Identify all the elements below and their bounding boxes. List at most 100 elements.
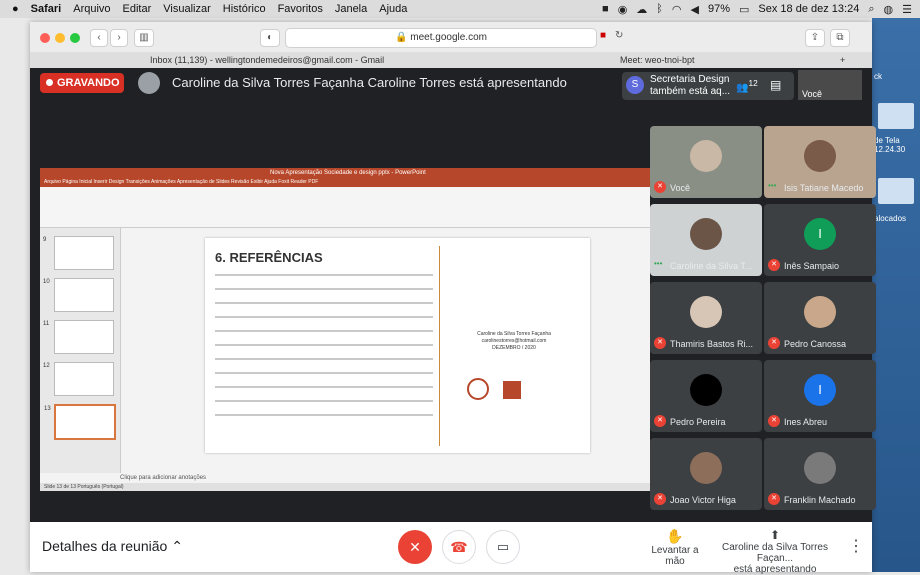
participant-tile[interactable]: ✕ Você [650, 126, 762, 198]
tab-meet[interactable]: Meet: weo-tnoi-bpt [620, 52, 695, 68]
volume-icon[interactable]: ◀ [691, 3, 699, 16]
tab-overview-button[interactable]: ⧉ [830, 29, 850, 47]
meeting-details-button[interactable]: Detalhes da reunião ⌃ [42, 538, 183, 555]
menu-ajuda[interactable]: Ajuda [379, 3, 407, 15]
menu-favoritos[interactable]: Favoritos [278, 3, 323, 15]
participant-tile[interactable]: ✕ Thamiris Bastos Ri... [650, 282, 762, 354]
slide-thumbnail[interactable]: 11 [43, 320, 114, 354]
join-notification[interactable]: S Secretaria Design também está aq... 👥1… [622, 72, 794, 100]
mic-off-icon: ✕ [654, 493, 666, 505]
menu-editar[interactable]: Editar [123, 3, 152, 15]
control-center-icon[interactable]: ☰ [902, 3, 912, 16]
minimize-window-button[interactable] [55, 33, 65, 43]
self-preview-top: Você [798, 70, 862, 100]
leave-call-button[interactable]: ☎ [442, 530, 476, 564]
slide-number: 9 [43, 237, 47, 243]
siri-icon[interactable]: ◍ [884, 3, 894, 16]
apple-icon[interactable]: ● [12, 3, 19, 15]
menu-safari[interactable]: Safari [31, 3, 62, 15]
participant-video [804, 140, 836, 172]
slide-thumbnail[interactable]: 10 [43, 278, 114, 312]
zoom-window-button[interactable] [70, 33, 80, 43]
ppt-menu-text: Arquivo Página Inicial Inserir Design Tr… [44, 179, 319, 185]
menu-historico[interactable]: Histórico [223, 3, 266, 15]
participant-tile[interactable]: ✕ Pedro Canossa [764, 282, 876, 354]
reference-line [215, 414, 433, 416]
notification-avatar: S [626, 76, 644, 94]
participant-name: Você [670, 183, 691, 193]
bluetooth-icon[interactable]: ᛒ [656, 3, 663, 15]
reference-line [215, 372, 433, 374]
desktop-label: de Tela [874, 136, 900, 145]
record-icon[interactable]: ◉ [618, 3, 628, 16]
university-logo-icon [503, 381, 521, 399]
camera-icon[interactable]: ■ [602, 3, 609, 15]
forward-button[interactable]: › [110, 29, 128, 47]
slide-thumbnail-selected[interactable]: 13 [44, 404, 116, 440]
hand-icon: ✋ [666, 528, 684, 544]
wifi-icon[interactable]: ◠ [672, 3, 682, 16]
participant-avatar [804, 296, 836, 328]
ppt-title-bar: Nova Apresentação Sociedade e design ppt… [40, 168, 650, 178]
raise-hand-button[interactable]: ✋ Levantar a mão [645, 528, 705, 567]
battery-icon[interactable]: ▭ [739, 3, 749, 16]
participants-count: 12 [748, 78, 758, 88]
self-preview-label: Você [802, 89, 823, 99]
participant-tile[interactable]: ✕ Joao Victor Higa [650, 438, 762, 510]
privacy-icon[interactable]: ◐ [260, 29, 280, 47]
participant-tile[interactable]: ✕ Pedro Pereira [650, 360, 762, 432]
camera-toggle-button[interactable]: ▭ [486, 530, 520, 564]
reload-icon[interactable]: ↻ [615, 30, 623, 41]
clock[interactable]: Sex 18 de dez 13:24 [758, 3, 859, 15]
sidebar-toggle-button[interactable]: ▥ [134, 29, 154, 47]
new-tab-button[interactable]: + [840, 52, 845, 68]
presenter-avatar [138, 72, 160, 94]
ppt-ribbon [40, 187, 650, 228]
menu-arquivo[interactable]: Arquivo [73, 3, 110, 15]
slide-thumbnail[interactable]: 12 [43, 362, 114, 396]
menu-visualizar[interactable]: Visualizar [163, 3, 211, 15]
ppt-status-text: Slide 13 de 13 Português (Portugal) [44, 484, 124, 490]
mic-off-icon: ✕ [654, 181, 666, 193]
participant-avatar [690, 296, 722, 328]
notes-pane[interactable]: Clique para adicionar anotações [120, 473, 650, 483]
cloud-icon[interactable]: ☁ [636, 3, 647, 16]
presenting-status: está apresentando [733, 564, 817, 575]
search-icon[interactable]: ⌕ [868, 3, 874, 16]
desktop-label: alocados [874, 214, 907, 223]
participant-tile[interactable]: ✕ Franklin Machado [764, 438, 876, 510]
desktop-file-icon[interactable] [878, 103, 914, 129]
participant-name: Pedro Pereira [670, 417, 726, 427]
presenting-button[interactable]: ⬆ Caroline da Silva Torres Façan... está… [715, 528, 835, 575]
mic-off-icon: ✕ [768, 415, 780, 427]
desktop-folder-icon[interactable] [878, 178, 914, 204]
participant-name: Inês Sampaio [784, 261, 840, 271]
raise-hand-label: Levantar a mão [651, 545, 699, 567]
address-bar[interactable]: 🔒 meet.google.com [285, 28, 597, 48]
mic-off-icon: ✕ [768, 337, 780, 349]
participant-tile[interactable]: I ✕ Inês Sampaio [764, 204, 876, 276]
tab-gmail[interactable]: Inbox (11,139) - wellingtondemedeiros@gm… [150, 52, 384, 68]
menu-bar-status: ■ ◉ ☁ ᛒ ◠ ◀ 97% ▭ Sex 18 de dez 13:24 ⌕ … [602, 0, 912, 18]
participant-tile[interactable]: ••• Isis Tatiane Macedo [764, 126, 876, 198]
participants-button[interactable]: 👥12 [736, 78, 758, 93]
more-options-icon[interactable]: ⋮ [848, 536, 864, 556]
shared-screen: Nova Apresentação Sociedade e design ppt… [40, 168, 650, 491]
reference-line [215, 316, 433, 318]
mic-toggle-button[interactable]: ✕ [398, 530, 432, 564]
menu-janela[interactable]: Janela [335, 3, 367, 15]
participant-tile[interactable]: ••• Caroline da Silva T... [650, 204, 762, 276]
participant-tile[interactable]: I ✕ Ines Abreu [764, 360, 876, 432]
mic-off-icon: ✕ [654, 415, 666, 427]
close-window-button[interactable] [40, 33, 50, 43]
desktop-label: ck [874, 72, 882, 81]
recording-badge: GRAVANDO [40, 73, 124, 93]
presenting-title: Caroline da Silva Torres Façanha Carolin… [172, 75, 567, 90]
slide-thumbnail[interactable]: 9 [43, 236, 114, 270]
chat-icon[interactable]: ▤ [770, 78, 781, 92]
camera-in-use-icon[interactable]: ■ [600, 30, 606, 41]
slide-title: 6. REFERÊNCIAS [215, 250, 323, 265]
share-button[interactable]: ⇪ [805, 29, 825, 47]
slide-number: 11 [43, 321, 50, 327]
back-button[interactable]: ‹ [90, 29, 108, 47]
